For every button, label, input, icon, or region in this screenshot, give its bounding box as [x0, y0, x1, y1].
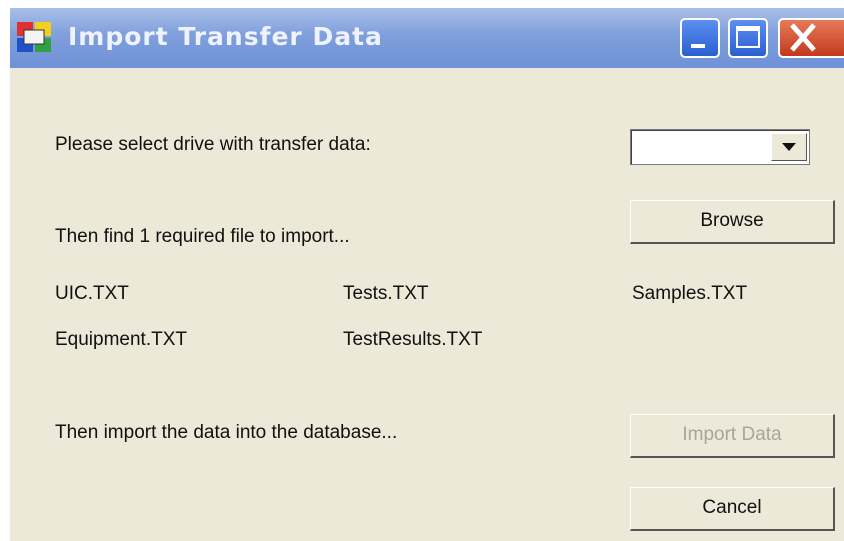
minimize-icon: [691, 44, 705, 48]
file-testresults: TestResults.TXT: [343, 329, 483, 350]
drive-select[interactable]: [630, 129, 810, 165]
minimize-button[interactable]: [680, 18, 720, 58]
chevron-down-icon: [782, 143, 796, 151]
browse-button[interactable]: Browse: [630, 200, 835, 244]
app-icon: [17, 22, 51, 52]
file-equipment: Equipment.TXT: [55, 329, 187, 350]
maximize-button[interactable]: [728, 18, 768, 58]
window-title: Import Transfer Data: [68, 22, 383, 51]
title-bar[interactable]: Import Transfer Data: [10, 8, 844, 68]
file-uic: UIC.TXT: [55, 283, 129, 304]
import-prompt-label: Then import the data into the database..…: [55, 422, 398, 443]
maximize-icon: [736, 26, 760, 48]
select-drive-label: Please select drive with transfer data:: [55, 134, 371, 155]
file-samples: Samples.TXT: [632, 283, 748, 304]
find-file-label: Then find 1 required file to import...: [55, 226, 350, 247]
close-icon: [790, 23, 816, 52]
import-transfer-data-dialog: Import Transfer Data Please select drive…: [10, 8, 844, 541]
drive-dropdown-button[interactable]: [771, 133, 807, 161]
close-button[interactable]: [778, 18, 844, 58]
import-data-button[interactable]: Import Data: [630, 414, 835, 458]
file-tests: Tests.TXT: [343, 283, 429, 304]
cancel-button[interactable]: Cancel: [630, 487, 835, 531]
